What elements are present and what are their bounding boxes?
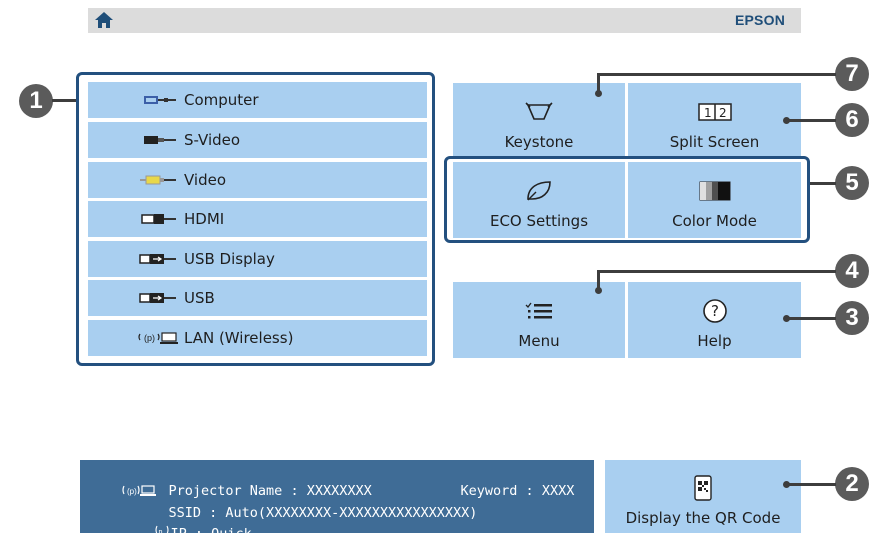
color-mode-label: Color Mode <box>672 212 757 230</box>
help-button[interactable]: ? Help <box>628 282 801 358</box>
callout-dot-2 <box>783 481 790 488</box>
ssid-value: Auto(XXXXXXXX-XXXXXXXXXXXXXXXX) <box>225 505 478 521</box>
source-label: USB Display <box>184 250 275 268</box>
callout-dot-4 <box>595 287 602 294</box>
callout-dot-7 <box>595 90 602 97</box>
keyword-value: XXXX <box>541 483 575 499</box>
callout-badge-3: 3 <box>835 301 869 335</box>
computer-port-icon <box>134 93 178 107</box>
color-mode-button[interactable]: Color Mode <box>628 162 801 238</box>
svg-text:(p): (p) <box>144 333 155 343</box>
source-label: Video <box>184 171 227 189</box>
source-label: LAN (Wireless) <box>184 329 294 347</box>
brand-logo: EPSON <box>734 12 785 28</box>
callout-line-3 <box>787 317 836 320</box>
qr-code-label: Display the QR Code <box>625 509 781 527</box>
callout-line-1 <box>52 99 76 102</box>
source-item-computer[interactable]: Computer <box>88 82 427 118</box>
source-label: USB <box>184 289 215 307</box>
help-icon: ? <box>702 298 728 324</box>
callout-dot-3 <box>783 315 790 322</box>
source-item-usb[interactable]: USB <box>88 280 427 316</box>
callout-line-6 <box>787 119 836 122</box>
callout-line-5 <box>810 182 836 185</box>
menu-label: Menu <box>518 332 560 350</box>
callout-badge-7: 7 <box>835 57 869 91</box>
menu-list-icon <box>524 298 554 324</box>
callout-line-2 <box>787 483 836 486</box>
source-label: S-Video <box>184 131 241 149</box>
qr-code-icon <box>694 475 712 501</box>
callout-badge-6: 6 <box>835 103 869 137</box>
ip-label: IP <box>170 526 187 542</box>
video-plug-icon <box>134 173 178 187</box>
callout-line-4 <box>600 270 836 273</box>
help-label: Help <box>697 332 732 350</box>
eco-settings-button[interactable]: ECO Settings <box>453 162 625 238</box>
source-item-lan-wireless[interactable]: (p) LAN (Wireless) <box>88 320 427 356</box>
svg-text:2: 2 <box>719 106 727 120</box>
callout-badge-1: 1 <box>19 84 53 118</box>
callout-badge-2: 2 <box>835 467 869 501</box>
ip-value: Quick <box>211 526 252 542</box>
callout-line-7 <box>600 73 836 76</box>
leaf-icon <box>524 178 554 204</box>
home-icon[interactable] <box>94 11 114 29</box>
hdmi-plug-icon <box>134 212 178 226</box>
svg-text:?: ? <box>711 302 719 320</box>
keystone-icon <box>524 99 554 125</box>
color-mode-icon <box>698 178 732 204</box>
source-item-usb-display[interactable]: USB Display <box>88 241 427 277</box>
callout-badge-4: 4 <box>835 254 869 288</box>
network-status-bar: (p) Projector Name : XXXXXXXX Keyword : … <box>80 460 594 542</box>
display-qr-code-button[interactable]: Display the QR Code <box>605 460 801 533</box>
source-item-hdmi[interactable]: HDMI <box>88 201 427 237</box>
usb-display-plug-icon <box>134 252 178 266</box>
callout-dot-6 <box>783 117 790 124</box>
source-item-video[interactable]: Video <box>88 162 427 198</box>
svideo-plug-icon <box>134 133 178 147</box>
source-item-svideo[interactable]: S-Video <box>88 122 427 158</box>
source-label: Computer <box>184 91 259 109</box>
split-screen-label: Split Screen <box>669 133 760 151</box>
keystone-label: Keystone <box>504 133 574 151</box>
top-bar: EPSON <box>88 8 801 33</box>
split-screen-button[interactable]: 12 Split Screen <box>628 83 801 159</box>
split-screen-icon: 12 <box>697 99 733 125</box>
eco-settings-label: ECO Settings <box>489 212 589 230</box>
callout-badge-5: 5 <box>835 166 869 200</box>
source-label: HDMI <box>184 210 225 228</box>
wireless-lan-icon: (p) <box>134 331 178 345</box>
svg-text:1: 1 <box>704 106 712 120</box>
usb-plug-icon <box>134 291 178 305</box>
